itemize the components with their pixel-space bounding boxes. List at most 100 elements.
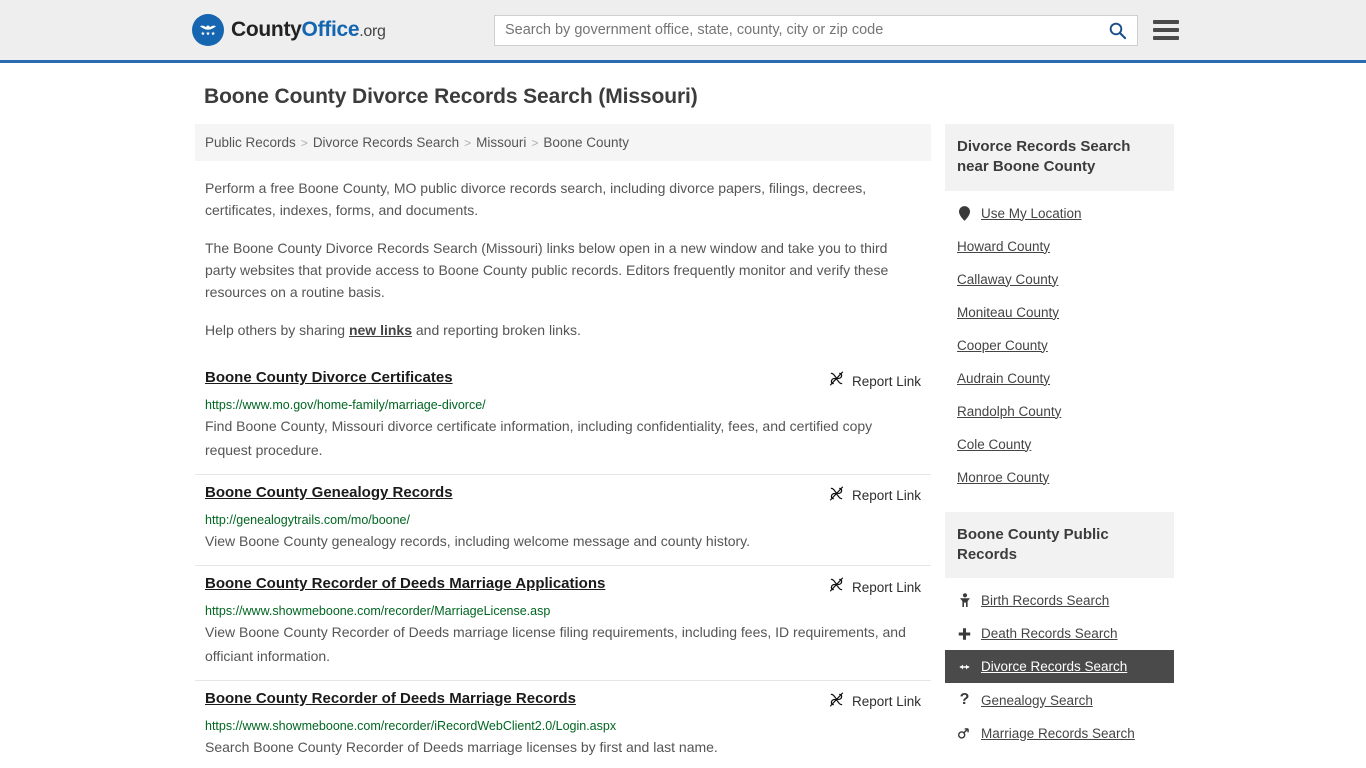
male-female-icon <box>957 727 972 741</box>
breadcrumb: Public Records > Divorce Records Search … <box>195 124 931 161</box>
broken-link-icon <box>828 691 845 713</box>
main-content: Public Records > Divorce Records Search … <box>195 124 931 768</box>
sidebar-item-moniteau-county[interactable]: Moniteau County <box>945 296 1174 329</box>
intro-paragraph-2: The Boone County Divorce Records Search … <box>205 240 889 300</box>
result-item: Boone County Genealogy Records Report Li… <box>195 473 931 565</box>
result-item: Boone County Divorce Certificates Report… <box>195 360 931 474</box>
result-url[interactable]: https://www.mo.gov/home-family/marriage-… <box>205 397 921 413</box>
sidebar-item-genealogy-search[interactable]: ? Genealogy Search <box>945 683 1174 717</box>
page-body: Boone County Divorce Records Search (Mis… <box>0 63 1366 768</box>
breadcrumb-separator: > <box>531 135 539 150</box>
county-label: Audrain County <box>957 370 1051 386</box>
result-title-link[interactable]: Boone County Divorce Certificates <box>205 369 453 388</box>
results-list: Boone County Divorce Certificates Report… <box>195 360 931 768</box>
county-label: Moniteau County <box>957 304 1060 320</box>
report-link-button[interactable]: Report Link <box>828 484 921 507</box>
question-mark-icon: ? <box>959 691 970 708</box>
sidebar-item-audrain-county[interactable]: Audrain County <box>945 362 1174 395</box>
broken-link-icon <box>828 576 845 598</box>
sidebar-nearby-heading: Divorce Records Search near Boone County <box>945 124 1174 191</box>
report-link-label: Report Link <box>851 579 921 595</box>
county-label: Cole County <box>957 436 1032 452</box>
breadcrumb-separator: > <box>464 135 472 150</box>
header-search-zone <box>494 14 1179 46</box>
search-box[interactable] <box>494 14 1138 46</box>
result-url[interactable]: https://www.showmeboone.com/recorder/iRe… <box>205 718 921 734</box>
breadcrumb-item-missouri[interactable]: Missouri <box>476 135 526 150</box>
sidebar-item-label: Genealogy Search <box>981 692 1093 708</box>
breadcrumb-item-divorce-records-search[interactable]: Divorce Records Search <box>313 135 459 150</box>
logo-text-county: County <box>231 18 302 41</box>
site-logo[interactable]: CountyOffice.org <box>192 14 386 46</box>
intro-p3-before: Help others by sharing <box>205 322 349 339</box>
sidebar-item-label: Divorce Records Search <box>981 659 1128 674</box>
sidebar-item-birth-records-search[interactable]: Birth Records Search <box>945 584 1174 617</box>
use-my-location-label: Use My Location <box>981 205 1082 221</box>
sidebar-item-label: Death Records Search <box>981 626 1118 641</box>
result-title-link[interactable]: Boone County Recorder of Deeds Marriage … <box>205 690 576 709</box>
sidebar-nearby-list: Use My Location Howard County Callaway C… <box>945 191 1174 498</box>
sidebar-item-howard-county[interactable]: Howard County <box>945 230 1174 263</box>
logo-text-office: Office <box>301 18 360 41</box>
cross-icon <box>957 627 972 641</box>
breadcrumb-separator: > <box>300 135 308 150</box>
broken-link-icon <box>828 370 845 392</box>
sidebar-item-monroe-county[interactable]: Monroe County <box>945 461 1174 494</box>
result-title-link[interactable]: Boone County Genealogy Records <box>205 484 453 503</box>
report-link-button[interactable]: Report Link <box>828 369 921 392</box>
sidebar-public-records-card: Boone County Public Records Birth Record… <box>945 511 1174 755</box>
county-label: Callaway County <box>957 271 1059 287</box>
county-label: Randolph County <box>957 403 1062 419</box>
sidebar-public-records-heading: Boone County Public Records <box>945 511 1174 578</box>
page-title: Boone County Divorce Records Search (Mis… <box>204 85 698 108</box>
result-description: View Boone County genealogy records, inc… <box>205 533 751 550</box>
county-label: Monroe County <box>957 469 1050 485</box>
search-input[interactable] <box>505 22 1108 38</box>
intro-p3-after: and reporting broken links. <box>412 322 581 339</box>
sidebar: Divorce Records Search near Boone County… <box>945 124 1174 756</box>
report-link-button[interactable]: Report Link <box>828 690 921 713</box>
split-arrows-icon <box>957 661 972 673</box>
logo-text-org: .org <box>359 23 386 40</box>
sidebar-public-records-list: Birth Records Search Death Records Searc… <box>945 578 1174 754</box>
result-url[interactable]: https://www.showmeboone.com/recorder/Mar… <box>205 603 921 619</box>
new-links-link[interactable]: new links <box>349 322 412 338</box>
report-link-label: Report Link <box>851 373 921 389</box>
result-description: Find Boone County, Missouri divorce cert… <box>205 418 873 459</box>
eagle-seal-icon <box>192 14 224 46</box>
hamburger-menu-icon[interactable] <box>1153 20 1179 40</box>
result-description: Search Boone County Recorder of Deeds ma… <box>205 739 718 756</box>
result-item: Boone County Recorder of Deeds Marriage … <box>195 679 931 768</box>
result-title-link[interactable]: Boone County Recorder of Deeds Marriage … <box>205 575 605 594</box>
county-label: Howard County <box>957 238 1051 254</box>
report-link-button[interactable]: Report Link <box>828 575 921 598</box>
broken-link-icon <box>828 485 845 507</box>
sidebar-item-marriage-records-search[interactable]: Marriage Records Search <box>945 717 1174 750</box>
breadcrumb-item-boone-county: Boone County <box>543 135 629 150</box>
intro-paragraph-3: Help others by sharing new links and rep… <box>205 320 921 342</box>
county-label: Cooper County <box>957 337 1048 353</box>
sidebar-item-label: Birth Records Search <box>981 593 1110 608</box>
use-my-location-link[interactable]: Use My Location <box>945 197 1174 230</box>
intro-paragraph-1: Perform a free Boone County, MO public d… <box>205 180 867 218</box>
sidebar-item-cooper-county[interactable]: Cooper County <box>945 329 1174 362</box>
map-pin-icon <box>957 205 972 221</box>
sidebar-item-callaway-county[interactable]: Callaway County <box>945 263 1174 296</box>
breadcrumb-item-public-records[interactable]: Public Records <box>205 135 296 150</box>
baby-icon <box>957 593 972 608</box>
result-item: Boone County Recorder of Deeds Marriage … <box>195 565 931 680</box>
sidebar-nearby-card: Divorce Records Search near Boone County… <box>945 124 1174 498</box>
report-link-label: Report Link <box>851 694 921 710</box>
intro-text: Perform a free Boone County, MO public d… <box>195 178 931 342</box>
sidebar-item-death-records-search[interactable]: Death Records Search <box>945 617 1174 650</box>
result-url[interactable]: http://genealogytrails.com/mo/boone/ <box>205 512 921 528</box>
logo-wordmark: CountyOffice.org <box>231 18 386 42</box>
sidebar-item-divorce-records-search[interactable]: Divorce Records Search <box>945 650 1174 683</box>
search-icon[interactable] <box>1108 21 1127 40</box>
result-description: View Boone County Recorder of Deeds marr… <box>205 624 906 665</box>
sidebar-item-cole-county[interactable]: Cole County <box>945 428 1174 461</box>
site-header: CountyOffice.org <box>0 0 1366 63</box>
report-link-label: Report Link <box>851 488 921 504</box>
sidebar-item-label: Marriage Records Search <box>981 726 1135 741</box>
sidebar-item-randolph-county[interactable]: Randolph County <box>945 395 1174 428</box>
